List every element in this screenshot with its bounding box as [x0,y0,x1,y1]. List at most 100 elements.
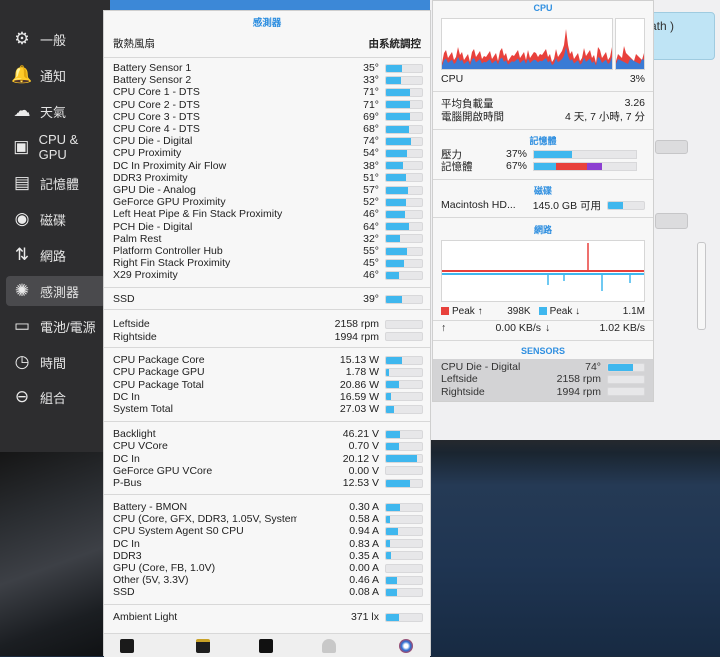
temperature-label: Left Heat Pipe & Fin Stack Proximity [113,208,283,221]
current-label: CPU System Agent S0 CPU [113,525,244,538]
temperature-row: Platform Controller Hub 55° [113,245,423,257]
sidebar-item-label: 一般 [40,32,67,48]
current-label: Other (5V, 3.3V) [113,574,189,587]
memory-value: 67% [505,160,527,172]
temperature-level-bar [385,173,423,183]
temperature-value: 54° [363,147,379,160]
activity-monitor-icon[interactable] [120,639,134,653]
temperature-row: Palm Rest 32° [113,233,423,245]
download-arrow: ↓ [545,322,551,334]
temperature-label: Battery Sensor 2 [113,74,192,87]
current-level-bar [385,526,423,536]
temperature-level-bar [385,124,423,134]
current-row: SSD 0.08 A [113,586,423,598]
temperature-row: Battery Sensor 2 33° [113,74,423,86]
current-row: CPU System Agent S0 CPU 0.94 A [113,525,423,537]
terminal-icon[interactable] [259,639,273,653]
power-value: 15.13 W [339,354,379,366]
light-value: 371 lx [350,611,379,623]
cpu-sensor-row: CPU Die - Digital 74° [441,361,645,373]
pressure-value: 37% [505,148,527,160]
temperature-label: Palm Rest [113,232,162,245]
voltage-value: 20.12 V [342,452,379,465]
sidebar-item-0[interactable]: ⚙ 一般 [6,24,106,54]
sidebar-item-3[interactable]: ▣ CPU & GPU [6,132,106,162]
throughput-row: ↑ 0.00 KB/s ↓ 1.02 KB/s [441,322,645,334]
temperature-value: 57° [363,184,379,196]
current-value: 0.46 A [349,574,379,587]
fan-control-row[interactable]: 散熱風扇 由系統調控 [113,37,423,50]
cpu-sensor-level-bar [607,374,645,384]
current-value: 0.58 A [349,513,379,526]
sidebar-item-label: 磁碟 [40,212,67,228]
sidebar-item-5[interactable]: ◉ 磁碟 [6,204,106,234]
current-label: SSD [113,586,135,599]
sidebar-item-label: 組合 [40,390,67,406]
chip-icon: ▣ [13,137,30,156]
sidebar-item-2[interactable]: ☁ 天氣 [6,96,106,126]
temperature-value: 55° [363,245,379,257]
temperature-value: 33° [363,74,379,87]
sidebar-item-4[interactable]: ▤ 記憶體 [6,168,106,198]
temperature-level-bar [385,112,423,122]
voltage-value: 46.21 V [342,428,379,440]
sensors-section-title: SENSORS [520,346,565,356]
sidebar-item-label: 網路 [40,248,67,264]
battery-icon: ▭ [13,316,31,335]
power-row: CPU Package GPU 1.78 W [113,366,423,378]
temperature-row: X29 Proximity 46° [113,269,423,281]
voltage-value: 0.70 V [348,440,379,453]
upload-value: 0.00 KB/s [495,322,541,334]
light-label: Ambient Light [113,611,178,623]
peak-down-swatch [538,307,547,315]
sidebar-item-1[interactable]: 🔔 通知 [6,60,106,90]
current-row: CPU (Core, GFX, DDR3, 1.05V, System Agen… [113,513,423,525]
current-level-bar [385,551,423,561]
temperature-level-bar [385,246,423,256]
power-row: System Total 27.03 W [113,403,423,415]
temperature-row: Right Fin Stack Proximity 45° [113,257,423,269]
voltage-row: GeForce GPU VCore 0.00 V [113,465,423,477]
sidebar-item-10[interactable]: ⊖ 組合 [6,382,106,412]
cpu-sensor-value: 1994 rpm [556,385,601,398]
power-row: CPU Package Core 15.13 W [113,354,423,366]
console-icon[interactable] [196,639,210,653]
temperature-level-bar [385,185,423,195]
cpu-panel: CPU CPU 3% 平均負載量 3.26 電腦開啟時間 4 天, 7 小時, … [432,0,654,402]
temperature-value: 32° [363,232,379,245]
disk-row: Macintosh HD... 145.0 GB 可用 [441,199,645,212]
temperature-value: 68° [363,123,379,135]
app-settings-icon[interactable] [399,639,413,653]
temperature-level-bar [385,270,423,280]
background-control[interactable] [655,213,688,229]
preferences-sidebar: ⚙ 一般 🔔 通知 ☁ 天氣 ▣ CPU & GPU ▤ 記憶體 ◉ 磁碟 ⇅ 網路 ✺ 感測器 ▭ 電池/電源 ◷… [0,0,110,452]
sidebar-item-label: 感測器 [40,284,80,300]
gear-icon: ⚙ [14,29,30,48]
network-icon: ⇅ [14,245,30,264]
disk-section-title: 磁碟 [533,186,552,196]
voltage-label: CPU VCore [113,440,168,453]
temperature-row: GPU Die - Analog 57° [113,184,423,196]
temperature-row: CPU Core 4 - DTS 68° [113,123,423,135]
temperature-level-bar [385,209,423,219]
memory-section-title: 記憶體 [529,136,557,146]
temperature-label: CPU Die - Digital [113,135,193,148]
wallpaper-rocks [0,450,110,656]
sidebar-item-9[interactable]: ◷ 時間 [6,347,106,377]
temperature-row: CPU Die - Digital 74° [113,135,423,147]
uptime-row: 電腦開啟時間 4 天, 7 小時, 7 分 [441,110,645,123]
disk-bar [607,200,645,210]
system-info-icon[interactable] [322,639,336,653]
disk-icon: ◉ [14,209,30,228]
sidebar-item-6[interactable]: ⇅ 網路 [6,240,106,270]
current-value: 0.94 A [349,525,379,538]
background-scrollbar[interactable] [697,242,706,330]
sidebar-item-8[interactable]: ▭ 電池/電源 [6,311,106,341]
power-label: DC In [113,390,140,403]
background-control[interactable] [655,140,688,154]
current-row: Battery - BMON 0.30 A [113,501,423,513]
cpu-usage-row: CPU 3% [441,73,645,85]
sidebar-item-7[interactable]: ✺ 感測器 [6,276,106,306]
voltage-value: 0.00 V [348,464,379,477]
temperature-level-bar [385,63,423,73]
